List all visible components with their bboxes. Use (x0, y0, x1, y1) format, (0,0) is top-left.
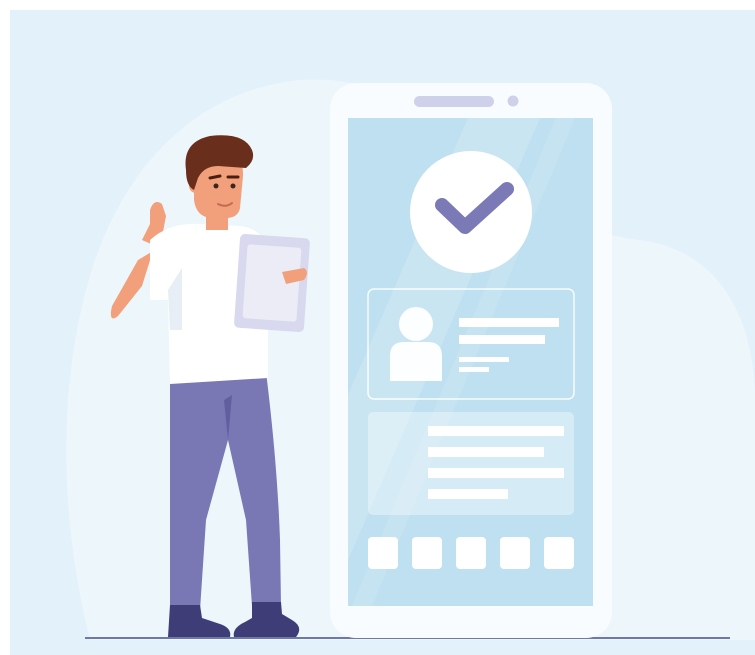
tablet-icon (234, 234, 310, 332)
details-line-1 (428, 426, 564, 436)
left-eye (213, 183, 219, 189)
phone-speaker (414, 96, 494, 107)
profile-line-2 (459, 335, 545, 344)
profile-line-3 (459, 357, 509, 362)
phone-device (330, 83, 612, 638)
screen-button-4 (500, 537, 530, 569)
screen-button-5 (544, 537, 574, 569)
screen-button-3 (456, 537, 486, 569)
profile-line-1 (459, 318, 559, 327)
right-eye (230, 183, 236, 189)
screen-button-2 (412, 537, 442, 569)
details-line-4 (428, 489, 508, 499)
details-line-3 (428, 468, 564, 478)
details-line-2 (428, 447, 544, 457)
screen-button-1 (368, 537, 398, 569)
profile-line-4 (459, 367, 489, 372)
verified-profile-illustration (10, 10, 755, 655)
phone-camera (507, 95, 519, 107)
details-card (368, 412, 574, 515)
check-badge (410, 151, 532, 273)
